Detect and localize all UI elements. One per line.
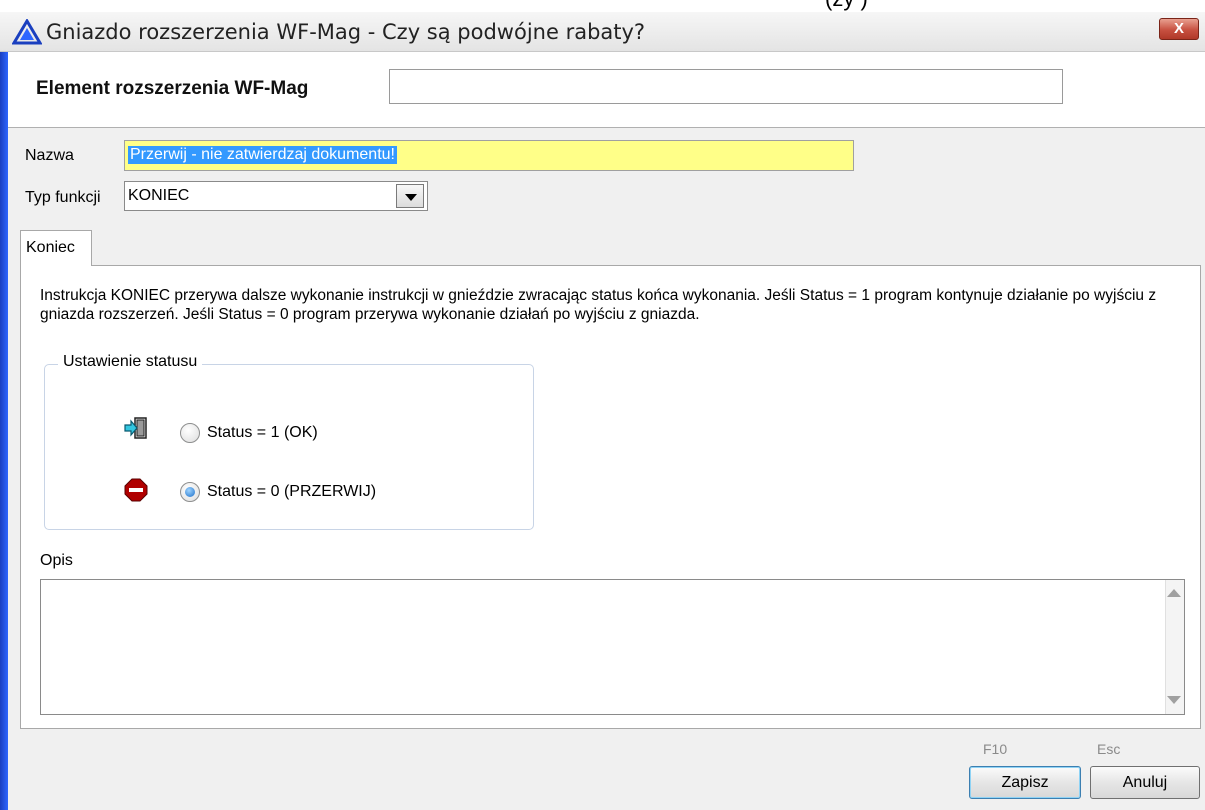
koniec-description: Instrukcja KONIEC przerywa dalsze wykona… — [40, 287, 1157, 323]
scroll-down-arrow-icon[interactable] — [1167, 696, 1181, 704]
save-button[interactable]: Zapisz — [969, 766, 1081, 799]
status-groupbox — [44, 364, 534, 530]
window-title: Gniazdo rozszerzenia WF-Mag - Czy są pod… — [46, 20, 646, 44]
status-przerwij-radio[interactable] — [180, 482, 200, 502]
opis-scrollbar[interactable] — [1165, 580, 1184, 714]
element-input[interactable] — [389, 69, 1063, 104]
typ-funkcji-value: KONIEC — [128, 187, 190, 204]
background-window-text: (zy ) — [825, 0, 868, 12]
cancel-shortcut-hint: Esc — [1097, 741, 1121, 757]
chevron-down-icon — [405, 194, 417, 201]
nazwa-label: Nazwa — [25, 147, 74, 164]
close-button[interactable]: X — [1159, 18, 1199, 40]
status-group-label: Ustawienie statusu — [58, 353, 203, 371]
tab-koniec-label: Koniec — [26, 239, 75, 256]
opis-label: Opis — [40, 552, 73, 569]
stop-icon — [124, 478, 148, 502]
cancel-button[interactable]: Anuluj — [1090, 766, 1200, 799]
status-ok-label[interactable]: Status = 1 (OK) — [207, 424, 318, 442]
dropdown-button[interactable] — [396, 184, 424, 208]
scroll-up-arrow-icon[interactable] — [1167, 589, 1181, 597]
window-left-edge — [0, 12, 8, 810]
exit-door-icon — [124, 417, 147, 439]
save-shortcut-hint: F10 — [983, 741, 1008, 757]
element-label: Element rozszerzenia WF-Mag — [36, 78, 309, 99]
nazwa-input-value: Przerwij - nie zatwierdzaj dokumentu! — [128, 146, 397, 164]
opis-textarea[interactable] — [40, 579, 1185, 715]
radio-selected-dot — [185, 487, 195, 497]
typ-funkcji-label: Typ funkcji — [25, 189, 101, 206]
app-triangle-icon — [12, 19, 42, 45]
status-ok-radio[interactable] — [180, 423, 200, 443]
status-przerwij-label[interactable]: Status = 0 (PRZERWIJ) — [207, 483, 376, 501]
nazwa-input[interactable]: Przerwij - nie zatwierdzaj dokumentu! — [124, 140, 854, 171]
background-window-strip: (zy ) — [0, 0, 1205, 12]
